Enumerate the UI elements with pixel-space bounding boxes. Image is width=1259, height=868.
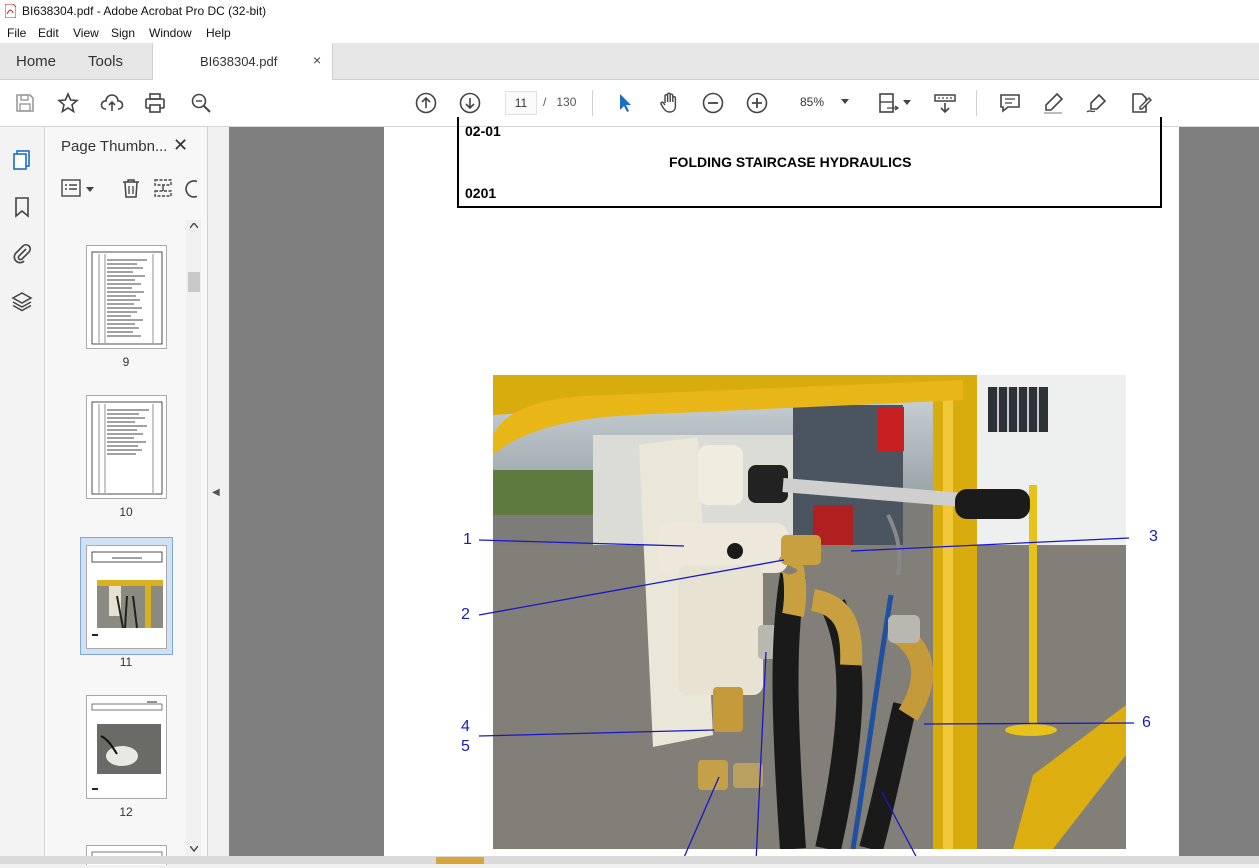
page-9-preview [91, 251, 163, 345]
acrobat-icon [5, 4, 16, 18]
thumbnail-page-11[interactable] [86, 545, 167, 649]
menu-edit[interactable]: Edit [38, 26, 59, 40]
thumbnail-number: 9 [122, 355, 130, 369]
tab-bar: Home Tools BI638304.pdf × [0, 43, 1259, 80]
panel-title: Page Thumbn... [61, 138, 168, 155]
print-icon[interactable] [143, 91, 167, 115]
chevron-down-icon [841, 99, 849, 104]
thumbnail-options-icon[interactable] [60, 177, 82, 201]
page-11-preview [91, 551, 163, 636]
page-count: / 130 [543, 95, 576, 109]
horizontal-scrollbar[interactable] [0, 856, 1259, 864]
save-icon[interactable] [13, 91, 37, 115]
page-number-input[interactable]: 11 [505, 91, 537, 115]
title-bar: BI638304.pdf - Adobe Acrobat Pro DC (32-… [0, 0, 1259, 22]
page-header-box: 02-01 FOLDING STAIRCASE HYDRAULICS 0201 [457, 117, 1162, 208]
zoom-search-icon[interactable] [189, 91, 213, 115]
thumbnail-number: 12 [119, 805, 133, 819]
menu-bar: File Edit View Sign Window Help [0, 22, 1259, 43]
attachments-paperclip-icon[interactable] [11, 242, 33, 264]
fit-chevron-down-icon[interactable] [903, 100, 911, 106]
zoom-out-icon[interactable] [701, 91, 725, 115]
tab-document[interactable]: BI638304.pdf × [152, 43, 333, 80]
document-viewport[interactable]: 02-01 FOLDING STAIRCASE HYDRAULICS 0201 [229, 117, 1259, 864]
bookmark-star-icon[interactable] [56, 91, 80, 115]
menu-view[interactable]: View [73, 26, 99, 40]
menu-window[interactable]: Window [149, 26, 192, 40]
collapse-panel-icon[interactable]: ◀ [212, 487, 220, 498]
callout-label-4: 4 [461, 718, 470, 735]
page-separator: / [543, 95, 547, 109]
scroll-up-icon[interactable] [190, 223, 198, 229]
comment-icon[interactable] [998, 91, 1022, 115]
tab-tools[interactable]: Tools [88, 53, 123, 70]
close-tab-icon[interactable]: × [313, 52, 321, 68]
callout-label-1: 1 [463, 531, 472, 548]
callout-label-2: 2 [461, 606, 470, 623]
window-title: BI638304.pdf - Adobe Acrobat Pro DC (32-… [22, 4, 267, 18]
horizontal-scrollbar-accent [436, 857, 484, 864]
menu-help[interactable]: Help [206, 26, 231, 40]
callout-label-5: 5 [461, 738, 470, 755]
toolbar-divider-2 [976, 90, 977, 116]
select-cursor-icon[interactable] [613, 91, 637, 115]
previous-page-icon[interactable] [414, 91, 438, 115]
close-panel-icon[interactable]: ✕ [173, 135, 188, 156]
sign-pen-icon[interactable] [1085, 91, 1109, 115]
callout-label-3: 3 [1149, 528, 1158, 545]
section-code: 02-01 [465, 123, 501, 139]
delete-page-icon[interactable] [120, 177, 142, 201]
zoom-level-select[interactable]: 85% [785, 91, 855, 113]
scrollbar-thumb[interactable] [188, 272, 200, 292]
callout-lines [478, 537, 1135, 863]
document-code: 0201 [465, 185, 497, 201]
thumbnail-number: 10 [119, 505, 133, 519]
insert-page-icon[interactable] [152, 177, 174, 201]
fit-page-icon[interactable] [877, 91, 901, 115]
rotate-page-icon[interactable] [183, 177, 197, 201]
page-10-preview [91, 401, 163, 495]
document-tab-label: BI638304.pdf [200, 54, 278, 69]
page-heading: FOLDING STAIRCASE HYDRAULICS [669, 154, 912, 170]
thumbnail-scrollbar[interactable] [186, 220, 201, 860]
thumbnail-number: 11 [119, 655, 133, 669]
total-pages: 130 [556, 95, 577, 109]
options-chevron-down-icon[interactable] [86, 187, 94, 193]
left-navigation-rail [0, 127, 45, 864]
zoom-in-icon[interactable] [745, 91, 769, 115]
zoom-level-value: 85% [800, 95, 825, 109]
bookmarks-icon[interactable] [11, 196, 33, 218]
scroll-mode-icon[interactable] [933, 91, 957, 115]
page-thumbnails-panel: Page Thumbn... ✕ 9 10 11 12 [45, 127, 208, 865]
highlight-pen-icon[interactable] [1041, 91, 1065, 115]
thumbnail-page-12[interactable] [86, 695, 167, 799]
menu-file[interactable]: File [7, 26, 26, 40]
tab-home[interactable]: Home [16, 53, 56, 70]
pdf-page: 02-01 FOLDING STAIRCASE HYDRAULICS 0201 [384, 117, 1179, 864]
page-thumbnails-icon[interactable] [11, 149, 33, 171]
thumbnail-page-9[interactable] [86, 245, 167, 349]
callout-label-6: 6 [1142, 714, 1151, 731]
upload-cloud-icon[interactable] [100, 91, 124, 115]
toolbar-divider [592, 90, 593, 116]
thumbnail-page-10[interactable] [86, 395, 167, 499]
hand-tool-icon[interactable] [657, 91, 681, 115]
page-12-preview [91, 701, 163, 790]
scroll-down-icon[interactable] [190, 846, 198, 852]
next-page-icon[interactable] [458, 91, 482, 115]
layers-icon[interactable] [11, 290, 33, 312]
edit-pdf-icon[interactable] [1129, 91, 1153, 115]
menu-sign[interactable]: Sign [111, 26, 135, 40]
